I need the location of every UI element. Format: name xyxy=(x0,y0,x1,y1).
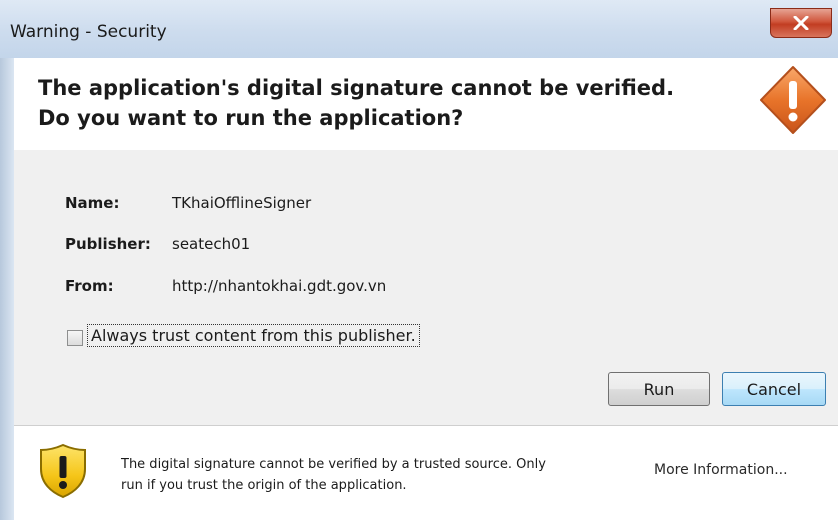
security-warning-dialog: Warning - Security The application's dig… xyxy=(0,0,838,521)
publisher-label: Publisher: xyxy=(65,235,151,253)
always-trust-label[interactable]: Always trust content from this publisher… xyxy=(87,324,420,347)
header-title-line-1: The application's digital signature cann… xyxy=(38,76,675,100)
run-button[interactable]: Run xyxy=(608,372,710,406)
publisher-value: seatech01 xyxy=(172,235,251,253)
name-value: TKhaiOfflineSigner xyxy=(172,194,312,212)
dialog-footer: The digital signature cannot be verified… xyxy=(14,425,838,521)
window-title: Warning - Security xyxy=(10,22,167,42)
close-icon xyxy=(793,16,809,30)
dialog-header: The application's digital signature cann… xyxy=(14,58,838,151)
header-title-line-2: Do you want to run the application? xyxy=(38,106,464,130)
footer-warning-line-2: run if you trust the origin of the appli… xyxy=(121,478,407,493)
more-information-link[interactable]: More Information... xyxy=(654,462,788,478)
dialog-content: Name: TKhaiOfflineSigner Publisher: seat… xyxy=(14,150,838,425)
from-value: http://nhantokhai.gdt.gov.vn xyxy=(172,277,387,295)
from-label: From: xyxy=(65,277,114,295)
title-bar[interactable]: Warning - Security xyxy=(0,0,838,58)
warning-diamond-icon xyxy=(760,66,826,134)
name-label: Name: xyxy=(65,194,120,212)
footer-warning-line-1: The digital signature cannot be verified… xyxy=(121,457,546,472)
close-button[interactable] xyxy=(770,8,832,38)
shield-warning-icon xyxy=(40,443,86,499)
cancel-button[interactable]: Cancel xyxy=(722,372,826,406)
window-left-border xyxy=(0,58,14,520)
always-trust-checkbox[interactable] xyxy=(67,330,83,346)
